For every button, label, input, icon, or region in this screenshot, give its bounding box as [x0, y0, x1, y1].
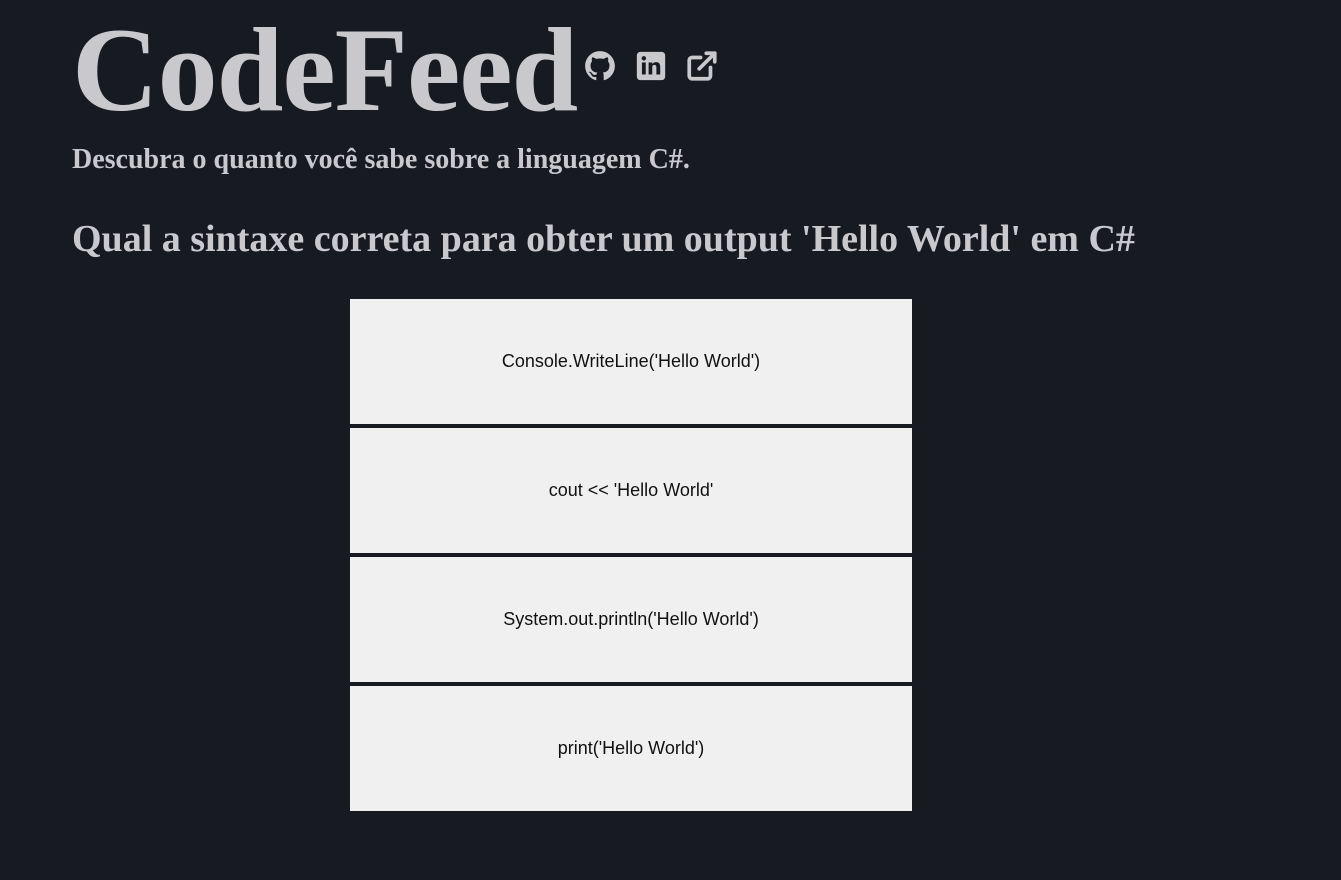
- linkedin-link[interactable]: [634, 49, 668, 83]
- answer-option-2[interactable]: cout << 'Hello World': [350, 428, 912, 553]
- answer-option-4[interactable]: print('Hello World'): [350, 686, 912, 811]
- linkedin-icon: [637, 51, 666, 81]
- answer-option-1[interactable]: Console.WriteLine('Hello World'): [350, 299, 912, 424]
- answer-list: Console.WriteLine('Hello World') cout <<…: [350, 299, 912, 811]
- github-link[interactable]: [583, 49, 617, 83]
- external-link-icon: [687, 51, 717, 81]
- social-links: [583, 49, 719, 83]
- quiz-question: Qual a sintaxe correta para obter um out…: [72, 218, 1135, 260]
- page-subtitle: Descubra o quanto você sabe sobre a ling…: [72, 144, 690, 175]
- header: CodeFeed: [72, 0, 719, 130]
- github-icon: [585, 51, 616, 81]
- answer-option-3[interactable]: System.out.println('Hello World'): [350, 557, 912, 682]
- logo-title: CodeFeed: [72, 3, 578, 136]
- external-link[interactable]: [685, 49, 719, 83]
